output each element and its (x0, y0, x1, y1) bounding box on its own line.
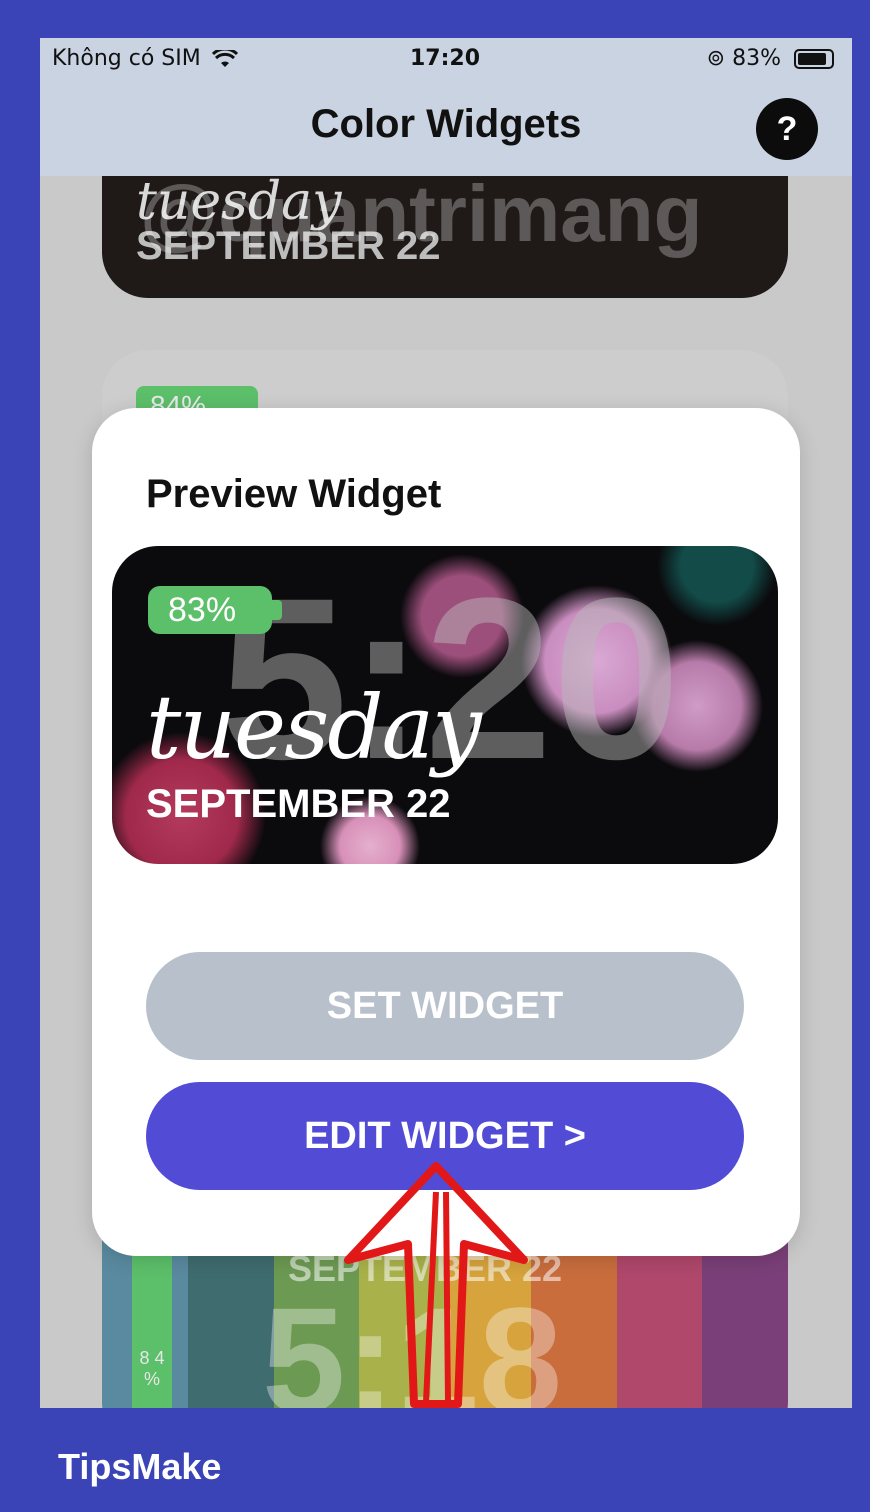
widget-preview: 5:20 83% tuesday SEPTEMBER 22 (112, 546, 778, 864)
status-bar: Không có SIM 17:20 ⊚ 83% (40, 38, 852, 80)
battery-status: ⊚ 83% (707, 46, 834, 71)
brand-logo-text: TipsMake (58, 1446, 222, 1487)
footer-bar: TipsMake (0, 1408, 870, 1512)
battery-icon (794, 49, 834, 69)
status-time: 17:20 (410, 46, 481, 71)
rotation-lock-icon: ⊚ (706, 46, 726, 71)
nav-bar: Color Widgets ? (40, 80, 852, 176)
preview-date: SEPTEMBER 22 (146, 782, 451, 826)
wifi-icon (211, 47, 238, 67)
battery-percent: 83% (732, 46, 781, 71)
preview-battery-badge: 83% (148, 586, 282, 634)
set-widget-button[interactable]: SET WIDGET (146, 952, 744, 1060)
preview-widget-dialog: Preview Widget 5:20 83% tuesday SEPTEMBE… (92, 408, 800, 1256)
help-button[interactable]: ? (756, 98, 818, 160)
page-title: Color Widgets (310, 102, 582, 146)
carrier-text: Không có SIM (52, 46, 201, 71)
red-arrow-annotation (344, 1162, 528, 1408)
preview-day: tuesday (146, 676, 482, 779)
carrier-label: Không có SIM (52, 46, 238, 71)
watermark: @quantrimang (140, 169, 703, 258)
dialog-title: Preview Widget (146, 472, 442, 516)
